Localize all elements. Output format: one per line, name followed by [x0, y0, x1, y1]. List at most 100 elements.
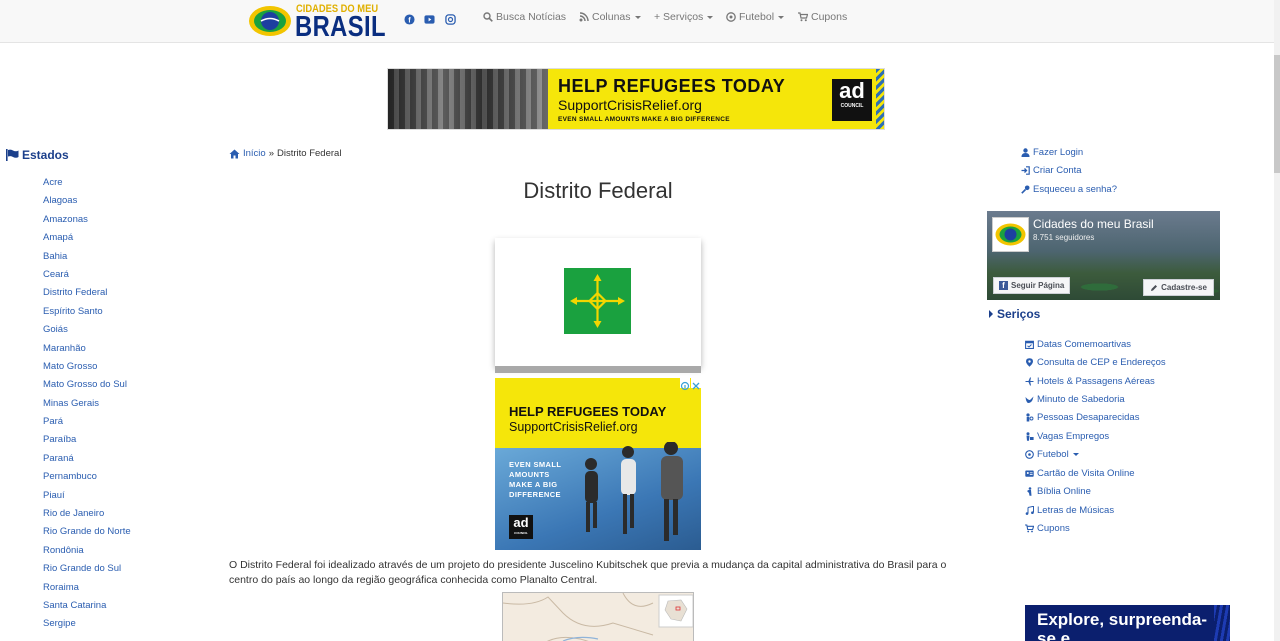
location-map[interactable] — [502, 592, 694, 641]
state-link[interactable]: Maranhão — [43, 343, 86, 354]
instagram-icon[interactable] — [445, 14, 456, 25]
page-scrollbar[interactable] — [1274, 0, 1280, 641]
state-link[interactable]: Paraíba — [43, 434, 76, 445]
service-link[interactable]: Cartão de Visita Online — [1037, 468, 1135, 479]
state-link[interactable]: Piauí — [43, 490, 65, 501]
service-link[interactable]: Datas Comemoartivas — [1037, 339, 1131, 350]
list-item: Fazer Login — [1021, 143, 1117, 162]
nav-colunas[interactable]: Colunas — [579, 11, 641, 23]
list-item: Vagas Empregos — [1025, 427, 1166, 445]
list-item: Pessoas Desaparecidas — [1025, 409, 1166, 427]
fb-follow-button[interactable]: f Seguir Página — [993, 277, 1071, 294]
state-link[interactable]: Pará — [43, 416, 63, 427]
ad-tagline: EVEN SMALL AMOUNTS MAKE A BIG DIFFERENCE — [509, 460, 562, 499]
state-link[interactable]: Rio de Janeiro — [43, 508, 104, 519]
state-link[interactable]: Mato Grosso do Sul — [43, 379, 127, 390]
top-banner-ad[interactable]: HELP REFUGEES TODAY SupportCrisisRelief.… — [387, 68, 885, 130]
state-link[interactable]: Alagoas — [43, 195, 77, 206]
state-link[interactable]: Pernambuco — [43, 471, 97, 482]
nav-cupons[interactable]: Cupons — [798, 11, 847, 23]
list-item: Rio Grande do Norte — [43, 525, 131, 543]
login-link[interactable]: Fazer Login — [1033, 147, 1083, 158]
fb-page-avatar[interactable] — [992, 217, 1029, 252]
state-link[interactable]: Paraná — [43, 453, 74, 464]
adchoices-icon[interactable] — [680, 378, 690, 391]
breadcrumb-home-link[interactable]: Início — [243, 148, 266, 159]
site-logo[interactable]: CIDADES DO MEU BRASIL — [248, 2, 386, 43]
state-link[interactable]: Amazonas — [43, 214, 88, 225]
key-icon — [1021, 185, 1030, 194]
services-list: Datas Comemoartivas Consulta de CEP e En… — [1025, 335, 1166, 538]
list-item: Ceará — [43, 268, 131, 286]
breadcrumb-separator: » — [268, 148, 275, 159]
state-link[interactable]: Distrito Federal — [43, 287, 107, 298]
state-link[interactable]: Ceará — [43, 269, 69, 280]
state-link[interactable]: Goiás — [43, 324, 68, 335]
service-link[interactable]: Vagas Empregos — [1037, 431, 1109, 442]
nav-label: Colunas — [592, 11, 631, 23]
rss-icon — [579, 12, 589, 22]
state-link[interactable]: Rio Grande do Sul — [43, 563, 121, 574]
list-item: Pernambuco — [43, 470, 131, 488]
state-link[interactable]: Roraima — [43, 582, 79, 593]
nav-label: Futebol — [739, 11, 775, 23]
pencil-icon — [1151, 284, 1158, 291]
signup-link[interactable]: Criar Conta — [1033, 165, 1082, 176]
state-link[interactable]: Santa Catarina — [43, 600, 106, 611]
square-ad[interactable]: HELP REFUGEES TODAY SupportCrisisRelief.… — [495, 378, 701, 550]
auth-links: Fazer Login Criar Conta Esqueceu a senha… — [1021, 143, 1117, 199]
service-link[interactable]: Consulta de CEP e Endereços — [1037, 357, 1166, 368]
service-link[interactable]: Letras de Músicas — [1037, 505, 1114, 516]
list-item: Rondônia — [43, 544, 131, 562]
list-item: Maranhão — [43, 342, 131, 360]
service-link[interactable]: Minuto de Sabedoria — [1037, 394, 1125, 405]
ad-council-mark: ad — [513, 515, 529, 530]
fb-signup-button[interactable]: Cadastre-se — [1143, 279, 1214, 296]
nav-futebol[interactable]: Futebol — [726, 11, 785, 23]
state-link[interactable]: Mato Grosso — [43, 361, 97, 372]
fb-page-name[interactable]: Cidades do meu Brasil — [1033, 217, 1154, 231]
state-link[interactable]: Rio Grande do Norte — [43, 526, 131, 537]
nav-servicos[interactable]: + Serviços — [654, 11, 714, 23]
facebook-icon: f — [999, 281, 1008, 290]
explore-ad[interactable]: Explore, surpreenda-se e — [1025, 605, 1230, 641]
service-link[interactable]: Bíblia Online — [1037, 486, 1091, 497]
service-link[interactable]: Futebol — [1037, 449, 1069, 460]
state-link[interactable]: Acre — [43, 177, 63, 188]
state-link[interactable]: Amapá — [43, 232, 73, 243]
services-heading[interactable]: Seriços — [989, 307, 1040, 321]
service-link[interactable]: Pessoas Desaparecidas — [1037, 412, 1139, 423]
facebook-icon[interactable]: f — [404, 14, 415, 25]
services-title-text: Seriços — [997, 307, 1041, 321]
home-icon — [229, 149, 240, 158]
close-icon[interactable] — [691, 378, 701, 390]
ad-site: SupportCrisisRelief.org — [558, 97, 702, 113]
ad-choices[interactable] — [680, 378, 701, 391]
fb-follow-label: Seguir Página — [1011, 281, 1065, 290]
scrollbar-thumb[interactable] — [1274, 55, 1280, 173]
facebook-page-widget[interactable]: Cidades do meu Brasil 8.751 seguidores f… — [987, 211, 1220, 300]
state-link[interactable]: Rondônia — [43, 545, 84, 556]
forgot-password-link[interactable]: Esqueceu a senha? — [1033, 184, 1117, 195]
list-item: Hotels & Passagens Aéreas — [1025, 372, 1166, 390]
youtube-icon[interactable] — [424, 14, 435, 25]
state-link[interactable]: Bahia — [43, 251, 67, 262]
brazil-globe-icon — [249, 6, 291, 36]
ad-tagline: EVEN SMALL AMOUNTS MAKE A BIG DIFFERENCE — [558, 116, 730, 123]
list-item: Amapá — [43, 231, 131, 249]
top-navbar: CIDADES DO MEU BRASIL f Busca Notícias C… — [0, 0, 1274, 43]
state-link[interactable]: Minas Gerais — [43, 398, 99, 409]
nav-label: Busca Notícias — [496, 11, 567, 23]
ad-headline: HELP REFUGEES TODAY — [558, 76, 786, 96]
logo-wordmark: BRASIL — [295, 11, 386, 43]
state-link[interactable]: Espírito Santo — [43, 306, 103, 317]
nav-busca-noticias[interactable]: Busca Notícias — [483, 11, 566, 23]
list-item: Roraima — [43, 581, 131, 599]
states-list: Acre Alagoas Amazonas Amapá Bahia Ceará … — [43, 176, 131, 636]
service-link[interactable]: Hotels & Passagens Aéreas — [1037, 376, 1155, 387]
state-link[interactable]: Sergipe — [43, 618, 76, 629]
calendar-icon — [1025, 340, 1034, 349]
service-link[interactable]: Cupons — [1037, 523, 1070, 534]
page-title: Distrito Federal — [523, 178, 673, 203]
nav-label: Cupons — [811, 11, 848, 23]
